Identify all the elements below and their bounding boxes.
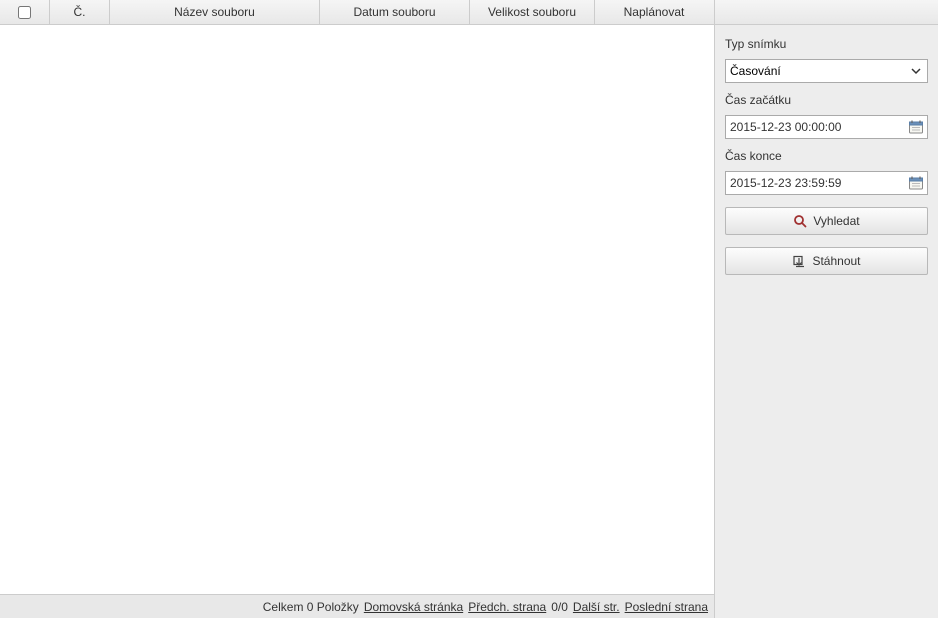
search-panel-header (715, 0, 938, 25)
start-time-label: Čas začátku (725, 93, 928, 107)
search-icon (793, 214, 807, 228)
search-button[interactable]: Vyhledat (725, 207, 928, 235)
page-indicator: 0/0 (551, 600, 568, 614)
start-time-input[interactable] (725, 115, 928, 139)
last-page-link[interactable]: Poslední strana (625, 600, 708, 614)
header-number: Č. (50, 0, 110, 24)
start-time-field-wrap (725, 115, 928, 139)
end-time-input[interactable] (725, 171, 928, 195)
next-page-link[interactable]: Další str. (573, 600, 620, 614)
header-checkbox-cell (0, 0, 50, 24)
header-filesize: Velikost souboru (470, 0, 595, 24)
header-filename: Název souboru (110, 0, 320, 24)
calendar-icon[interactable] (908, 119, 924, 135)
end-time-label: Čas konce (725, 149, 928, 163)
table-footer: Celkem 0 Položky Domovská stránka Předch… (0, 594, 714, 618)
end-time-field-wrap (725, 171, 928, 195)
download-button-label: Stáhnout (812, 254, 860, 268)
prev-page-link[interactable]: Předch. strana (468, 600, 546, 614)
home-page-link[interactable]: Domovská stránka (364, 600, 463, 614)
total-items-label: Celkem 0 Položky (263, 600, 359, 614)
table-header: Č. Název souboru Datum souboru Velikost … (0, 0, 714, 25)
search-panel-body: Typ snímku Časování Čas začátku (715, 25, 938, 275)
download-button[interactable]: Stáhnout (725, 247, 928, 275)
search-button-label: Vyhledat (813, 214, 859, 228)
search-panel: Typ snímku Časování Čas začátku (715, 0, 938, 618)
snapshot-type-select[interactable]: Časování (725, 59, 928, 83)
calendar-icon[interactable] (908, 175, 924, 191)
select-all-checkbox[interactable] (18, 6, 31, 19)
header-filedate: Datum souboru (320, 0, 470, 24)
header-plan: Naplánovat (595, 0, 713, 24)
file-list-panel: Č. Název souboru Datum souboru Velikost … (0, 0, 715, 618)
download-icon (792, 254, 806, 268)
table-body (0, 25, 714, 594)
snapshot-type-label: Typ snímku (725, 37, 928, 51)
snapshot-type-select-wrap: Časování (725, 59, 928, 83)
